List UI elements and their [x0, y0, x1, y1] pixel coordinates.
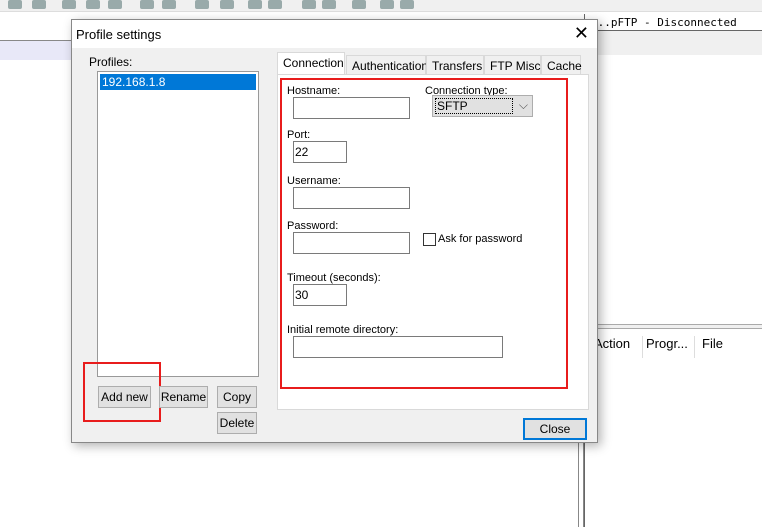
toolbar-button-icon[interactable]: [8, 0, 22, 9]
timeout-label: Timeout (seconds):: [287, 272, 381, 284]
connection-panel: Hostname: Connection type: SFTP ⌵ Port: 2…: [277, 74, 589, 410]
username-label: Username:: [287, 175, 341, 187]
ask-password-checkbox[interactable]: [423, 233, 436, 246]
tab-cache[interactable]: Cache: [541, 55, 582, 74]
chevron-down-icon: ⌵: [518, 98, 528, 112]
password-input[interactable]: [293, 232, 410, 254]
column-file[interactable]: File: [699, 336, 759, 358]
toolbar-button-icon[interactable]: [62, 0, 76, 9]
password-label: Password:: [287, 220, 339, 232]
hostname-label: Hostname:: [287, 85, 341, 97]
close-button[interactable]: Close: [523, 418, 587, 440]
rename-button[interactable]: Rename: [159, 386, 208, 408]
divider: [578, 440, 584, 527]
timeout-input[interactable]: 30: [293, 284, 347, 306]
toolbar-button-icon[interactable]: [140, 0, 154, 9]
dialog-title: Profile settings: [72, 20, 597, 48]
tab-transfers[interactable]: Transfers: [426, 55, 484, 74]
profiles-label: Profiles:: [89, 55, 133, 69]
initial-directory-input[interactable]: [293, 336, 503, 358]
tab-ftp-misc[interactable]: FTP Misc.: [484, 55, 544, 74]
column-progress[interactable]: Progr...: [643, 336, 695, 358]
hostname-input[interactable]: [293, 97, 410, 119]
toolbar-button-icon[interactable]: [302, 0, 316, 9]
splitter[interactable]: [585, 324, 762, 329]
toolbar-button-icon[interactable]: [86, 0, 100, 9]
highlight-box: [83, 362, 161, 422]
port-label: Port:: [287, 129, 311, 141]
toolbar-button-icon[interactable]: [268, 0, 282, 9]
delete-button[interactable]: Delete: [217, 412, 257, 434]
toolbar-button-icon[interactable]: [220, 0, 234, 9]
toolbar-button-icon[interactable]: [195, 0, 209, 9]
port-input[interactable]: 22: [293, 141, 347, 163]
username-input[interactable]: [293, 187, 410, 209]
close-icon[interactable]: ✕: [574, 23, 589, 44]
background-panel: [0, 40, 80, 60]
main-toolbar: [0, 0, 762, 12]
toolbar-button-icon[interactable]: [32, 0, 46, 9]
toolbar-button-icon[interactable]: [322, 0, 336, 9]
background-app-title: ...pFTP - Disconnected: [585, 14, 762, 31]
column-action[interactable]: Action: [591, 336, 643, 358]
toolbar-button-icon[interactable]: [248, 0, 262, 9]
toolbar-button-icon[interactable]: [400, 0, 414, 9]
profile-settings-dialog: Profile settings ✕ Profiles: 192.168.1.8…: [71, 19, 598, 443]
ask-password-label: Ask for password: [438, 233, 523, 245]
background-app-toolbar: [585, 31, 762, 55]
connection-type-select[interactable]: SFTP ⌵: [432, 95, 533, 117]
profiles-list[interactable]: 192.168.1.8: [97, 71, 259, 377]
background-app-window: ...pFTP - Disconnected Action Progr... F…: [584, 14, 762, 527]
tab-connection[interactable]: Connection: [277, 52, 345, 75]
toolbar-button-icon[interactable]: [380, 0, 394, 9]
initial-directory-label: Initial remote directory:: [287, 324, 399, 336]
connection-type-value: SFTP: [435, 98, 513, 114]
tab-authentication[interactable]: Authentication: [346, 55, 428, 74]
list-item[interactable]: 192.168.1.8: [100, 74, 256, 90]
toolbar-button-icon[interactable]: [108, 0, 122, 9]
toolbar-button-icon[interactable]: [352, 0, 366, 9]
copy-button[interactable]: Copy: [217, 386, 257, 408]
toolbar-button-icon[interactable]: [162, 0, 176, 9]
